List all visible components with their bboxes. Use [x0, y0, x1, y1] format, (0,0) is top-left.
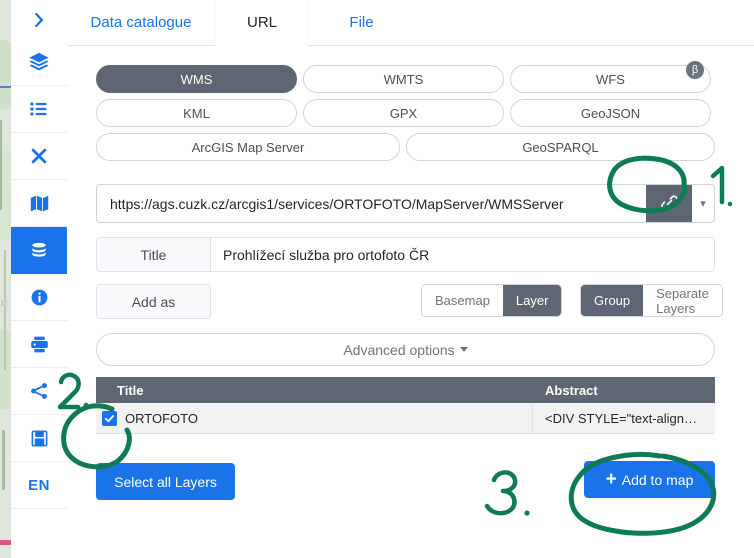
tab-data-catalogue[interactable]: Data catalogue: [67, 0, 215, 46]
sidebar-item-data[interactable]: [11, 227, 67, 274]
add-as-label: Add as: [96, 284, 211, 319]
layers-icon: [28, 51, 50, 73]
sidebar-item-layers[interactable]: [11, 39, 67, 86]
segment-label: Separate Layers: [656, 285, 709, 316]
service-type-label: WMS: [180, 71, 213, 87]
tab-label: File: [349, 14, 374, 31]
service-type-wms[interactable]: WMS: [96, 65, 297, 93]
service-type-label: GeoJSON: [580, 105, 641, 121]
table-row[interactable]: ORTOFOTO <DIV STYLE="text-align…: [96, 403, 715, 434]
service-type-geosparql[interactable]: GeoSPARQL: [406, 133, 715, 161]
map-background-strip: [0, 0, 11, 558]
table-cell-title: ORTOFOTO: [96, 403, 533, 433]
service-type-kml[interactable]: KML: [96, 99, 297, 127]
info-icon: [30, 288, 49, 307]
url-dropdown-caret[interactable]: ▾: [692, 185, 714, 222]
advanced-options-label: Advanced options: [343, 341, 455, 358]
list-icon: [29, 99, 49, 119]
sidebar-item-language[interactable]: EN: [11, 462, 67, 509]
beta-badge: β: [686, 61, 704, 79]
title-row: Title Prohlížecí služba pro ortofoto ČR: [96, 237, 715, 272]
tools-cross-icon: [29, 146, 49, 166]
advanced-options-toggle[interactable]: Advanced options: [96, 333, 715, 366]
service-type-label: WFS: [596, 71, 625, 87]
sidebar-item-basemaps[interactable]: [11, 180, 67, 227]
service-type-row-2: KML GPX GeoJSON: [96, 99, 715, 127]
column-header-title: Title: [117, 382, 144, 398]
plus-icon: +: [605, 469, 617, 490]
link-icon: [660, 193, 679, 215]
service-type-geojson[interactable]: GeoJSON: [510, 99, 711, 127]
button-label: Add to map: [621, 471, 694, 488]
tab-bar-filler: [414, 0, 754, 46]
service-type-label: WMTS: [383, 71, 424, 87]
left-sidebar: EN: [11, 0, 68, 558]
add-as-basemap[interactable]: Basemap: [422, 285, 503, 316]
url-input-row: ▾: [96, 184, 715, 223]
tab-file[interactable]: File: [309, 0, 414, 46]
segment-label: Layer: [515, 293, 549, 308]
add-as-separate-layers[interactable]: Separate Layers: [643, 285, 722, 316]
layer-row-checkbox[interactable]: [102, 410, 117, 426]
service-type-label: KML: [183, 105, 210, 121]
printer-icon: [29, 334, 50, 355]
sidebar-item-expand-panel[interactable]: [11, 0, 67, 39]
service-type-row-1: WMS WMTS WFS: [96, 65, 715, 93]
sidebar-item-share[interactable]: [11, 368, 67, 415]
tab-url[interactable]: URL: [216, 0, 308, 46]
service-type-arcgis-map-server[interactable]: ArcGIS Map Server: [96, 133, 400, 161]
map-icon: [29, 193, 50, 214]
service-type-wfs[interactable]: WFS: [510, 65, 711, 93]
layers-table: Title Abstract ORTOFOTO <DIV STYLE="text…: [96, 377, 715, 434]
service-type-label: GPX: [389, 105, 418, 121]
sidebar-item-save[interactable]: [11, 415, 67, 462]
title-input[interactable]: Prohlížecí služba pro ortofoto ČR: [211, 237, 715, 272]
add-to-map-button[interactable]: + Add to map: [584, 461, 715, 498]
service-type-wmts[interactable]: WMTS: [303, 65, 504, 93]
button-label: Select all Layers: [114, 473, 217, 490]
tab-label: URL: [246, 14, 277, 31]
url-link-button[interactable]: [646, 185, 692, 222]
sidebar-item-info[interactable]: [11, 274, 67, 321]
beta-badge-label: β: [691, 64, 699, 76]
add-as-structure-group: Group Separate Layers: [580, 284, 723, 317]
sidebar-item-print[interactable]: [11, 321, 67, 368]
add-as-group[interactable]: Group: [581, 285, 644, 316]
service-type-row-3: ArcGIS Map Server GeoSPARQL: [96, 133, 715, 161]
table-header-row: Title Abstract: [96, 377, 715, 403]
service-type-gpx[interactable]: GPX: [303, 99, 504, 127]
column-header-abstract: Abstract: [545, 382, 598, 398]
database-icon: [29, 241, 49, 261]
floppy-save-icon: [30, 429, 49, 448]
layer-title-text: ORTOFOTO: [125, 410, 198, 426]
service-type-label: ArcGIS Map Server: [191, 139, 305, 155]
add-as-target-group: Basemap Layer: [421, 284, 563, 317]
tab-bar: Data catalogue URL File: [67, 0, 754, 46]
tab-label: Data catalogue: [90, 14, 192, 31]
sidebar-item-tools[interactable]: [11, 133, 67, 180]
add-as-layer[interactable]: Layer: [502, 285, 562, 316]
share-icon: [29, 381, 49, 401]
sidebar-item-label: EN: [28, 476, 50, 494]
segment-label: Basemap: [435, 293, 490, 308]
title-label: Title: [96, 237, 211, 272]
chevron-right-icon: [30, 11, 48, 29]
add-as-row: Add as Basemap Layer Group Separate Laye…: [96, 284, 723, 319]
sidebar-item-legend[interactable]: [11, 86, 67, 133]
chevron-down-icon: ▾: [700, 198, 706, 210]
segment-label: Group: [594, 293, 631, 308]
select-all-layers-button[interactable]: Select all Layers: [96, 463, 235, 500]
url-input[interactable]: [97, 184, 646, 223]
service-type-label: GeoSPARQL: [522, 139, 599, 155]
chevron-down-icon: [459, 347, 468, 352]
table-cell-abstract: <DIV STYLE="text-align…: [545, 410, 698, 426]
